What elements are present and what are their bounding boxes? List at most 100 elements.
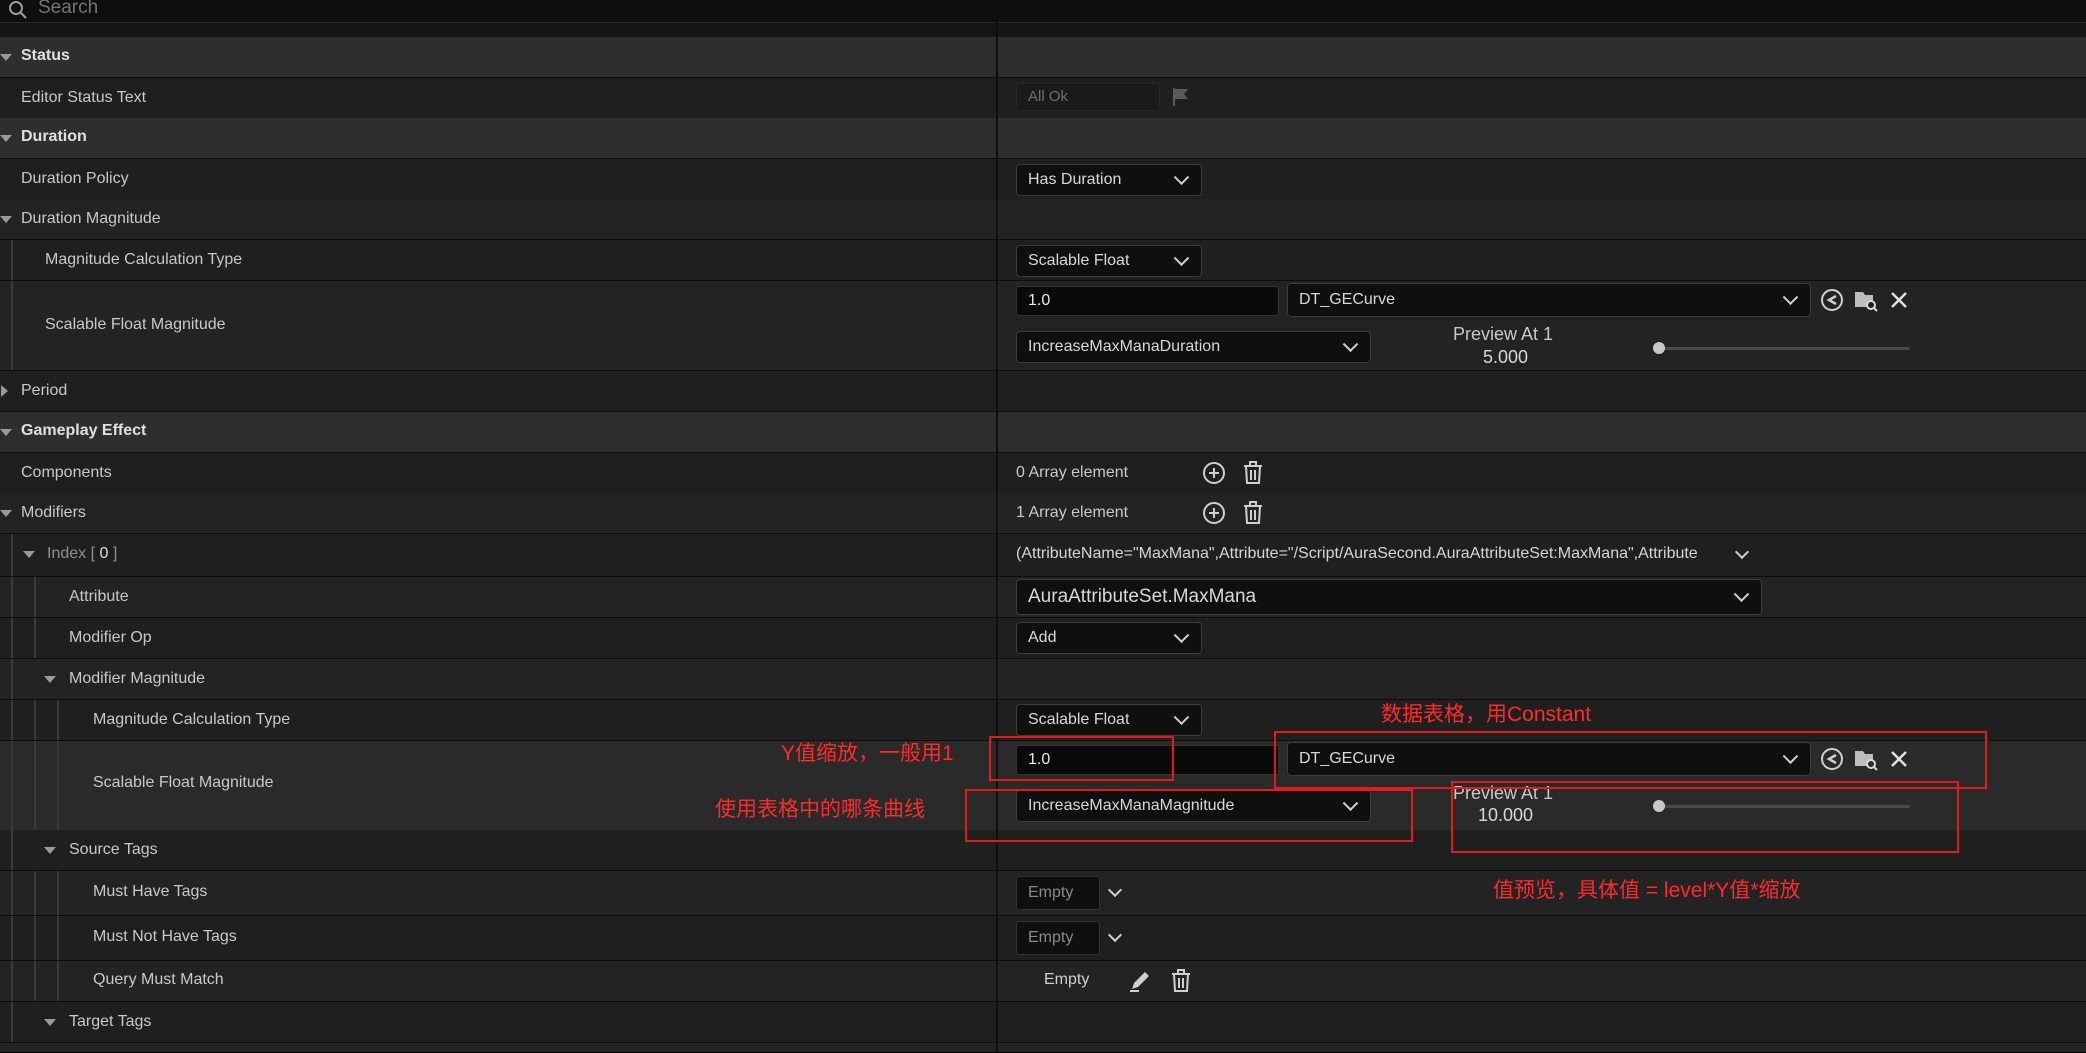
index-number: 0 bbox=[99, 545, 109, 562]
indent-guide bbox=[34, 916, 36, 960]
row-modifier-op: Modifier Op Add bbox=[0, 618, 2086, 659]
add-element-icon[interactable] bbox=[1201, 500, 1227, 526]
indent-guide bbox=[34, 871, 36, 915]
chevron-down-icon[interactable] bbox=[1107, 927, 1123, 943]
search-input[interactable] bbox=[36, 0, 640, 21]
row-duration-scalable-float: Scalable Float Magnitude 1.0 DT_GECurve … bbox=[0, 281, 2086, 371]
expand-arrow-icon[interactable] bbox=[44, 676, 56, 683]
row-target-tags: Target Tags bbox=[0, 1002, 2086, 1043]
indent-guide bbox=[11, 534, 13, 576]
indent-guide bbox=[11, 961, 13, 1001]
property-label: Must Have Tags bbox=[93, 883, 208, 900]
array-count: 0 Array element bbox=[1016, 464, 1129, 481]
dropdown-value: AuraAttributeSet.MaxMana bbox=[1028, 586, 1257, 607]
expand-arrow-icon[interactable] bbox=[0, 54, 12, 61]
indent-guide bbox=[11, 577, 13, 617]
indent-guide bbox=[11, 281, 13, 370]
chevron-down-icon bbox=[1782, 289, 1799, 306]
chevron-down-icon[interactable] bbox=[1107, 882, 1123, 898]
modifier-op-dropdown[interactable]: Add bbox=[1016, 622, 1202, 654]
row-editor-status-text: Editor Status Text All Ok bbox=[0, 78, 2086, 119]
add-element-icon[interactable] bbox=[1201, 460, 1227, 486]
preview-title: Preview At 1 bbox=[1453, 324, 1554, 344]
duration-policy-dropdown[interactable]: Has Duration bbox=[1016, 164, 1202, 196]
annotation-data-table: 数据表格，用Constant bbox=[1381, 703, 1592, 726]
indent-guide bbox=[34, 961, 36, 1001]
data-table-picker[interactable]: DT_GECurve bbox=[1287, 283, 1811, 317]
row-attribute: Attribute AuraAttributeSet.MaxMana bbox=[0, 577, 2086, 618]
annotation-curve-row: 使用表格中的哪条曲线 bbox=[715, 798, 925, 821]
row-modifier-magnitude: Modifier Magnitude bbox=[0, 659, 2086, 700]
calc-type-dropdown[interactable]: Scalable Float bbox=[1016, 245, 1202, 277]
property-label: Duration Policy bbox=[21, 170, 129, 187]
property-label: Magnitude Calculation Type bbox=[45, 251, 243, 268]
chevron-down-icon bbox=[1733, 586, 1750, 603]
dropdown-value: Has Duration bbox=[1028, 171, 1122, 188]
chevron-down-icon[interactable] bbox=[1734, 544, 1750, 560]
dropdown-value: Scalable Float bbox=[1028, 252, 1130, 269]
annotation-box-curve-row bbox=[965, 789, 1413, 842]
property-label: Target Tags bbox=[69, 1013, 152, 1030]
expand-arrow-icon[interactable] bbox=[1, 385, 8, 397]
calc-type-dropdown[interactable]: Scalable Float bbox=[1016, 704, 1202, 736]
preview-value: 5.000 bbox=[1483, 347, 1529, 367]
property-label: Duration Magnitude bbox=[21, 210, 161, 227]
tag-container-button[interactable]: Empty bbox=[1016, 876, 1100, 910]
indent-guide bbox=[57, 871, 59, 915]
row-modifiers: Modifiers 1 Array element bbox=[0, 493, 2086, 534]
indent-guide bbox=[11, 916, 13, 960]
property-label: Editor Status Text bbox=[21, 89, 147, 106]
expand-arrow-icon[interactable] bbox=[0, 510, 12, 517]
trash-icon[interactable] bbox=[1240, 460, 1266, 486]
flag-icon[interactable] bbox=[1170, 86, 1192, 108]
index-text: Index bbox=[47, 545, 87, 562]
dropdown-value: IncreaseMaxManaDuration bbox=[1028, 338, 1221, 355]
curve-row-dropdown[interactable]: IncreaseMaxManaDuration bbox=[1016, 331, 1371, 363]
array-count: 1 Array element bbox=[1016, 504, 1129, 521]
expand-arrow-icon[interactable] bbox=[0, 429, 12, 436]
indent-guide bbox=[11, 659, 13, 699]
expand-arrow-icon[interactable] bbox=[44, 1019, 56, 1026]
trash-icon[interactable] bbox=[1168, 968, 1194, 994]
property-label: Must Not Have Tags bbox=[93, 928, 237, 945]
expand-arrow-icon[interactable] bbox=[23, 551, 35, 558]
expand-arrow-icon[interactable] bbox=[0, 216, 12, 223]
indent-guide bbox=[11, 700, 13, 740]
category-duration[interactable]: Duration bbox=[0, 118, 2086, 159]
category-label: Duration bbox=[21, 128, 87, 145]
category-status[interactable]: Status bbox=[0, 37, 2086, 78]
indent-guide bbox=[57, 700, 59, 740]
preview-slider-knob[interactable] bbox=[1653, 342, 1665, 354]
category-label: Status bbox=[21, 47, 70, 64]
attribute-dropdown[interactable]: AuraAttributeSet.MaxMana bbox=[1016, 579, 1762, 615]
property-label: Modifier Op bbox=[69, 629, 152, 646]
clear-icon[interactable] bbox=[1886, 287, 1912, 313]
indent-guide bbox=[11, 871, 13, 915]
editor-status-field: All Ok bbox=[1016, 83, 1160, 111]
expand-arrow-icon[interactable] bbox=[44, 847, 56, 854]
property-label: Modifier Magnitude bbox=[69, 670, 206, 687]
expand-arrow-icon[interactable] bbox=[0, 135, 12, 142]
trash-icon[interactable] bbox=[1240, 500, 1266, 526]
index-label: Index [ 0 ] bbox=[47, 545, 118, 562]
property-label: Period bbox=[21, 382, 68, 399]
row-index-0: Index [ 0 ] (AttributeName="MaxMana",Att… bbox=[0, 534, 2086, 577]
scale-float-input[interactable]: 1.0 bbox=[1016, 286, 1279, 316]
indent-guide bbox=[34, 700, 36, 740]
annotation-box-y-scale bbox=[989, 736, 1174, 781]
category-gameplay-effect[interactable]: Gameplay Effect bbox=[0, 412, 2086, 453]
preview-slider-track[interactable] bbox=[1659, 347, 1910, 350]
row-duration-policy: Duration Policy Has Duration bbox=[0, 159, 2086, 200]
chevron-down-icon bbox=[1173, 169, 1190, 186]
indent-guide bbox=[57, 916, 59, 960]
column-divider[interactable] bbox=[996, 22, 998, 1052]
search-icon bbox=[9, 1, 27, 19]
chevron-down-icon bbox=[1173, 709, 1190, 726]
use-selected-icon[interactable] bbox=[1819, 287, 1845, 313]
browse-folder-icon[interactable] bbox=[1853, 287, 1879, 313]
indent-guide bbox=[11, 741, 13, 830]
edit-pencil-icon[interactable] bbox=[1127, 968, 1153, 994]
property-label: Magnitude Calculation Type bbox=[93, 711, 291, 728]
tag-container-button[interactable]: Empty bbox=[1016, 921, 1100, 955]
dropdown-value: Add bbox=[1028, 629, 1057, 646]
